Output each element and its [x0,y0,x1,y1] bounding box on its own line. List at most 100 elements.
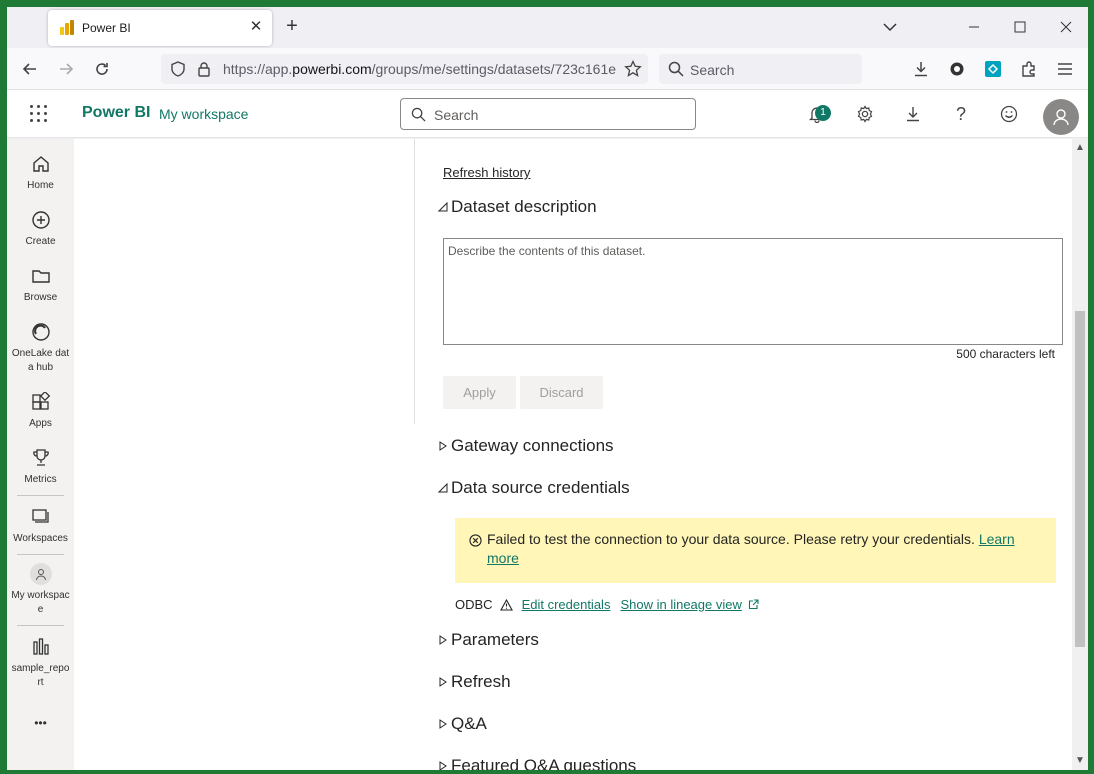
collapse-triangle-icon [438,202,448,212]
notification-count-badge: 1 [815,105,831,121]
bookmark-star-icon[interactable] [624,59,642,83]
help-icon[interactable]: ? [949,102,973,126]
expand-triangle-icon [439,677,447,687]
nav-workspaces[interactable]: Workspaces [7,506,74,546]
refresh-history-link[interactable]: Refresh history [443,164,530,182]
folder-icon [30,265,52,287]
nav-home-label: Home [27,180,54,191]
menu-hamburger-icon[interactable] [1052,56,1078,82]
extension-teal-icon[interactable] [980,56,1006,82]
extensions-puzzle-icon[interactable] [1016,56,1042,82]
search-placeholder: Search [434,107,479,123]
dataset-description-textarea[interactable]: Describe the contents of this dataset. [443,238,1063,345]
breadcrumb-workspace[interactable]: My workspace [159,106,248,122]
browser-window: Power BI ✕ + https://app.powerbi.com/gro… [7,7,1088,770]
section-data-source-credentials[interactable]: Data source credentials [438,478,630,498]
lock-icon[interactable] [196,61,212,82]
account-avatar[interactable] [1043,99,1079,135]
left-navigation: Home Create Browse OneLake data hub Apps [7,139,74,770]
shield-icon[interactable] [170,61,186,82]
content-divider [414,139,415,424]
powerbi-logo-icon [58,20,74,36]
address-bar[interactable]: https://app.powerbi.com/groups/me/settin… [161,54,648,84]
forward-icon[interactable] [53,56,79,82]
edit-credentials-link[interactable]: Edit credentials [522,597,611,612]
section-qa[interactable]: Q&A [438,714,487,734]
vertical-scrollbar[interactable]: ▲ ▼ [1072,139,1088,770]
section-title: Gateway connections [451,436,614,455]
plus-circle-icon [30,209,52,231]
search-icon [411,107,426,127]
back-icon[interactable] [17,56,43,82]
nav-apps[interactable]: Apps [7,391,74,431]
onelake-icon [30,321,52,343]
lineage-view-link[interactable]: Show in lineage view [620,597,741,612]
expand-triangle-icon [439,761,447,770]
section-gateway-connections[interactable]: Gateway connections [438,436,614,456]
powerbi-search-input[interactable]: Search [400,98,696,130]
tab-close-icon[interactable]: ✕ [248,19,264,35]
download-icon[interactable] [901,102,925,126]
apply-button[interactable]: Apply [443,376,516,409]
browser-search-box[interactable]: Search [659,54,862,84]
section-title: Featured Q&A questions [451,756,637,770]
search-icon [668,61,684,82]
nav-workspaces-label: Workspaces [13,533,68,544]
home-icon [30,153,52,175]
feedback-smiley-icon[interactable] [997,102,1021,126]
nav-create-label: Create [25,236,56,247]
odbc-credential-row: ODBC Edit credentials Show in lineage vi… [455,597,759,612]
nav-onelake-label: OneLake data hub [11,348,70,373]
scroll-down-icon[interactable]: ▼ [1074,755,1086,767]
dataset-settings-panel: Refresh history Dataset description Desc… [74,139,1088,770]
maximize-icon[interactable] [1008,15,1032,39]
warning-triangle-icon [499,598,513,611]
nav-browse-label: Browse [23,292,58,303]
section-title: Dataset description [451,197,597,216]
reload-icon[interactable] [89,56,115,82]
close-window-icon[interactable] [1054,15,1078,39]
navigation-bar: https://app.powerbi.com/groups/me/settin… [7,48,1088,90]
nav-metrics-label: Metrics [24,474,57,485]
settings-gear-icon[interactable] [853,102,877,126]
downloads-icon[interactable] [908,56,934,82]
nav-onelake[interactable]: OneLake data hub [7,321,74,375]
nav-create[interactable]: Create [7,209,74,249]
nav-browse[interactable]: Browse [7,265,74,305]
scroll-up-icon[interactable]: ▲ [1074,142,1086,154]
section-title: Parameters [451,630,539,649]
expand-triangle-icon [439,441,447,451]
section-title: Data source credentials [451,478,630,497]
url-text[interactable]: https://app.powerbi.com/groups/me/settin… [223,61,618,77]
nav-more[interactable]: ••• [7,712,74,730]
browser-search-placeholder: Search [690,62,735,78]
app-launcher-icon[interactable] [29,104,49,124]
section-dataset-description[interactable]: Dataset description [438,197,597,217]
nav-metrics[interactable]: Metrics [7,447,74,487]
nav-sample-report[interactable]: sample_report [7,636,74,690]
more-icon[interactable]: ••• [7,716,74,730]
section-featured-qa[interactable]: Featured Q&A questions [438,756,636,770]
section-title: Refresh [451,672,511,691]
report-icon [30,636,52,658]
tab-title: Power BI [82,21,131,35]
expand-triangle-icon [439,635,447,645]
new-tab-icon[interactable]: + [281,16,303,38]
section-refresh[interactable]: Refresh [438,672,511,692]
nav-my-workspace[interactable]: My workspace [7,563,74,617]
tab-powerbi[interactable]: Power BI ✕ [48,10,272,46]
external-link-icon [748,599,759,610]
extension-gear-icon[interactable] [944,56,970,82]
brand-title[interactable]: Power BI [82,104,150,122]
expand-triangle-icon [439,719,447,729]
nav-separator [17,495,64,496]
warning-message: Failed to test the connection to your da… [487,531,1015,566]
list-all-tabs-icon[interactable] [878,15,902,39]
section-parameters[interactable]: Parameters [438,630,539,650]
nav-apps-label: Apps [29,418,52,429]
nav-my-workspace-label: My workspace [11,590,70,615]
scrollbar-thumb[interactable] [1075,311,1085,647]
minimize-icon[interactable] [962,15,986,39]
nav-home[interactable]: Home [7,153,74,193]
discard-button[interactable]: Discard [520,376,603,409]
